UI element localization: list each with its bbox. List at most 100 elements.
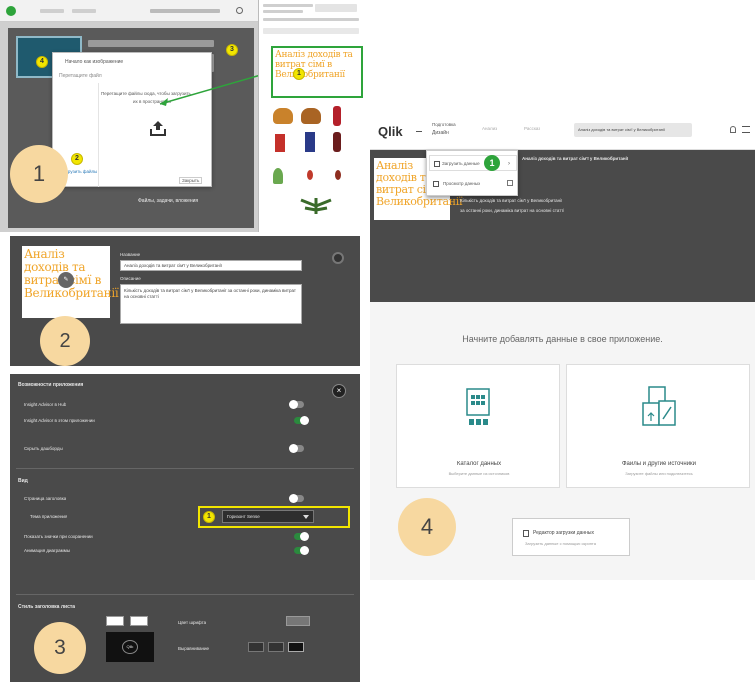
desc-label: Описание [120,276,141,281]
close-panel-icon[interactable]: × [332,384,346,398]
fg-color-picker[interactable] [130,616,148,626]
nav-prepare[interactable]: Подготовка [432,122,456,127]
desc-textarea[interactable]: Кількість доходів та витрат сім'ї у Вели… [120,284,302,324]
nav-analyze[interactable]: Анализ [482,126,497,131]
badge-2: 2 [71,153,83,165]
title-preview: Qlik [106,632,154,662]
panel-1: 4 3 Файлы, задачи, вложения Начало как и… [0,0,364,232]
view-data-icon [433,181,439,187]
divider-2 [16,594,354,595]
thumb-drop-icon[interactable] [307,170,313,180]
section-app-features: Возможности приложения [18,382,84,388]
opt-app-theme: Тема приложения [30,514,68,519]
app-desc-line-2: за останні роки, динаміка витрат на осно… [460,208,565,213]
panel-2: Аналіз доходів та витрат сімї в Великобр… [10,236,360,366]
toggle-title-page[interactable] [289,494,304,503]
opt-insight-hub: Insight Advisor в Hub [24,402,67,407]
dialog-cancel-button[interactable]: Закрыть [179,177,203,184]
menu-badge-1: 1 [484,155,500,171]
thumb-grid [271,104,361,214]
load-data-icon [434,161,440,167]
opt-hide-dashboards: Скрыть дашборды [24,446,63,451]
files-sources-icon [639,385,679,429]
menu-dots-icon[interactable] [416,131,422,132]
upload-icon[interactable] [149,119,167,137]
hamburger-icon[interactable] [742,126,750,133]
badge-4: 4 [36,56,48,68]
divider [16,468,354,469]
name-label: Название [120,252,141,257]
card2-sub: Загрузите файлы или подключитесь [625,471,693,476]
data-load-editor-button[interactable]: Редактор загрузки данных Загрузить данны… [512,518,630,556]
toggle-hide-dashboards[interactable] [289,444,304,453]
badge-1: 1 [293,68,305,80]
opt-chart-animation: Анимация диаграммы [24,548,71,553]
thumb-burger2-icon[interactable] [301,108,321,124]
toggle-chart-animation[interactable] [294,546,309,555]
name-input[interactable]: Аналіз доходів та витрат сім'ї у Великоб… [120,260,302,271]
align-left-button[interactable] [248,642,264,652]
step-4-circle: 4 [398,498,456,556]
toggle-insight-app[interactable] [294,416,309,425]
app-card-title: Аналіз доходів та витрат сім'ї у Великоб… [522,156,629,161]
chevron-down-icon [303,515,309,519]
bell-icon[interactable] [730,126,736,133]
close-icon[interactable] [332,252,344,264]
align-center-button[interactable] [268,642,284,652]
thumb-bottle-icon[interactable] [333,106,341,126]
start-heading: Начните добавлять данные в свое приложен… [462,334,663,344]
bottom-text: Файлы, задачи, вложения [138,198,199,204]
thumb-can-icon[interactable] [275,134,285,152]
step-3-circle: 3 [34,622,86,674]
data-catalog-icon [463,387,493,427]
card2-title: Файлы и другие источники [621,461,697,467]
nav-narrate[interactable]: Рассказ [524,126,540,131]
thumb-drop2-icon[interactable] [335,170,341,180]
toggle-show-icons[interactable] [294,532,309,541]
qlik-logo-icon [6,6,16,16]
menu-item-load-data[interactable]: Загрузить данные 1 › [429,155,517,171]
edit-image-icon[interactable]: ✎ [58,272,74,288]
align-label: Выравнивание [178,646,209,651]
file-note-text: Аналіз доходів та витрат сімї в Великобр… [275,50,353,80]
help-icon[interactable] [236,7,243,14]
app-title-dropdown[interactable]: Аналіз доходів та витрат сім'ї у Великоб… [574,123,692,137]
theme-badge: 1 [203,511,215,523]
opt-insight-app: Insight Advisor в этом приложении [24,418,95,423]
opt-show-icons: Показать значки при сохранении [24,534,93,539]
menu-item-view-data[interactable]: Просмотр данных [429,177,517,191]
qlik-header: Qlik Подготовка Дизайн Анализ Рассказ Ан… [370,110,755,150]
toggle-insight-hub[interactable] [289,400,304,409]
app-image-thumb[interactable]: Аналіз доходів та витрат сімї в Великобр… [22,246,119,318]
nav-prepare-value[interactable]: Дизайн [432,130,449,136]
start-section: Начните добавлять данные в свое приложен… [370,302,755,580]
open-icon [507,180,513,186]
qlik-logo[interactable]: Qlik [378,124,403,139]
card-files-sources[interactable]: Файлы и другие источники Загрузите файлы… [566,364,750,488]
thumb-plant-icon[interactable] [273,168,283,184]
opt-title-page: Страница заголовка [24,496,67,501]
align-right-button[interactable] [288,642,304,652]
file-note-highlight[interactable]: Аналіз доходів та витрат сімї в Великобр… [271,46,363,98]
dialog-subtitle: Перетащите файл [59,73,102,79]
card1-sub: Выберите данные из источников [448,471,510,476]
thumb-can2-icon[interactable] [305,132,315,152]
script-icon [523,530,529,537]
thumb-burger-icon[interactable] [273,108,293,124]
dialog-title: Начало как изображение [65,59,124,65]
card-data-catalog[interactable]: Каталог данных Выберите данные из источн… [396,364,560,488]
theme-select[interactable]: Горизонт Sense [222,510,314,523]
thumb-cannabis-icon[interactable] [291,196,341,214]
section-view: Вид [18,478,28,484]
preview-logo: Qlik [122,640,138,654]
app-overview: Аналіз доходів та витрат сім'ї Великобри… [370,150,755,302]
font-color-picker[interactable] [286,616,310,626]
step-2-circle: 2 [40,316,90,366]
chevron-right-icon: › [508,161,510,167]
panel-3: Возможности приложения × Insight Advisor… [10,374,360,682]
bg-color-picker[interactable] [106,616,124,626]
section-sheet-title: Стиль заголовка листа [18,604,76,610]
font-color-label: Цвет шрифта [178,620,207,625]
thumb-bottle2-icon[interactable] [333,132,341,152]
file-explorer: Аналіз доходів та витрат сімї в Великобр… [258,0,364,232]
